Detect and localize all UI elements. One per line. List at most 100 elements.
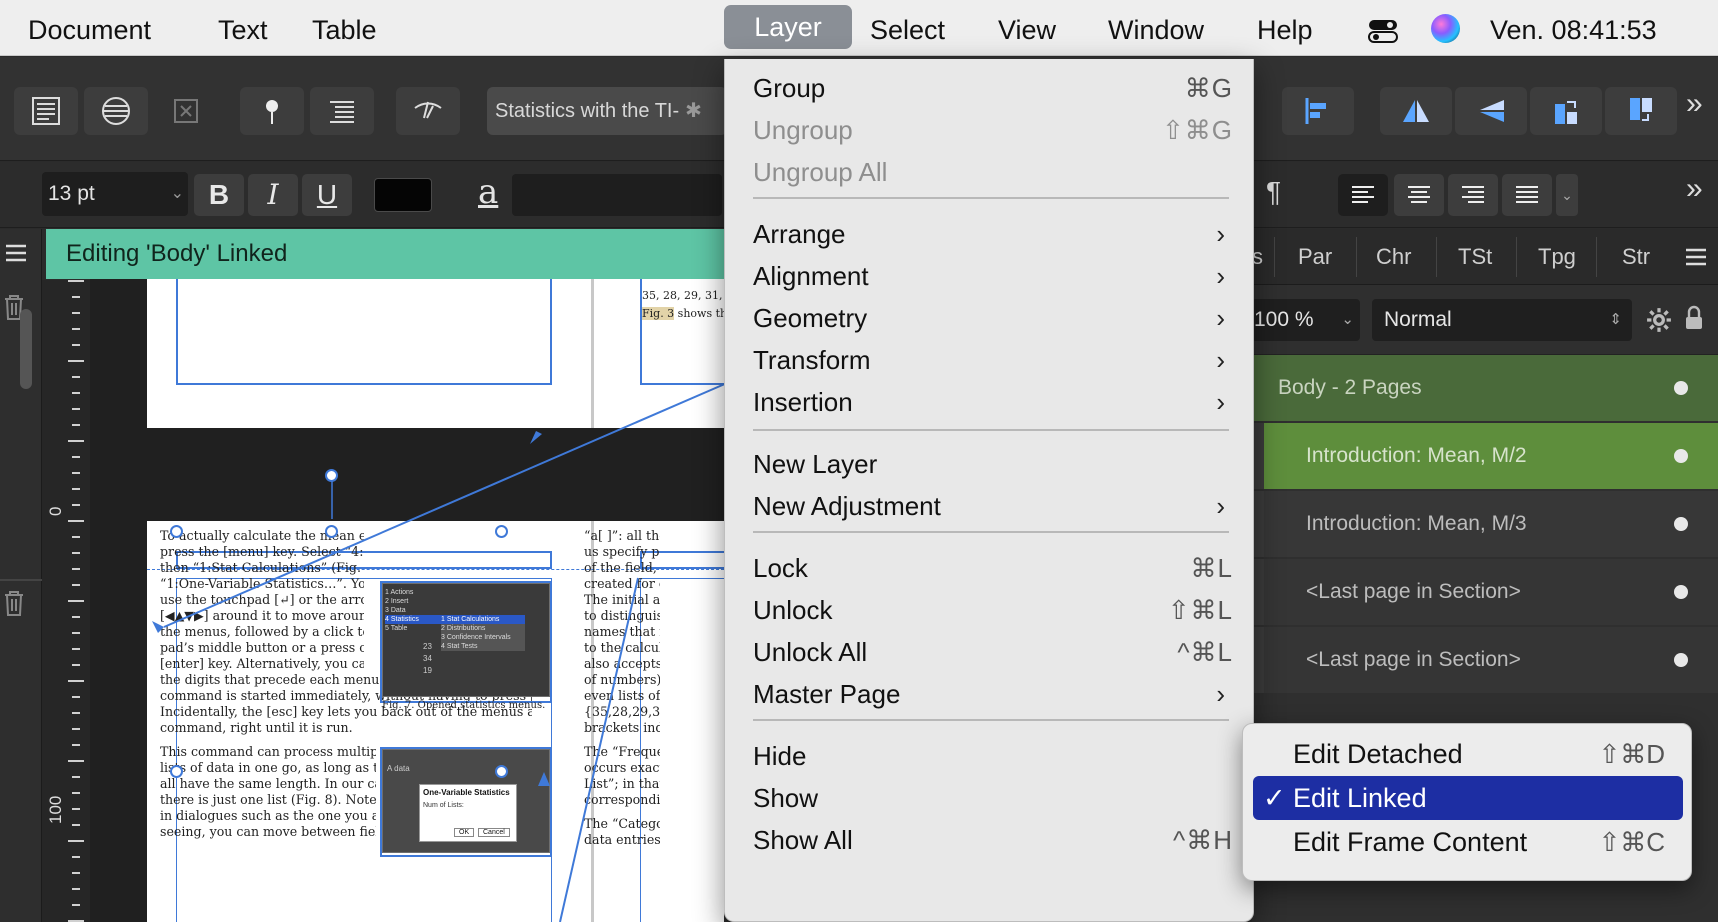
gear-icon[interactable]	[1646, 307, 1672, 333]
blend-mode-select[interactable]: Normal ⇕	[1372, 299, 1632, 341]
menu-item-alignment[interactable]: Alignment ›	[753, 255, 1233, 297]
menu-item-unlock[interactable]: Unlock ⇧⌘L	[753, 589, 1233, 631]
visibility-dot-icon[interactable]	[1674, 449, 1688, 463]
preflight-button[interactable]	[396, 87, 460, 135]
siri-icon[interactable]	[1431, 14, 1460, 43]
master-row-last-page-2[interactable]: <Last page in Section>	[1252, 627, 1718, 693]
menu-item-transform[interactable]: Transform ›	[753, 339, 1233, 381]
menu-item-edit-detached[interactable]: Edit Detached ⇧⌘D	[1253, 732, 1683, 776]
style-field[interactable]	[512, 174, 722, 216]
menu-item-ungroup[interactable]: Ungroup ⇧⌘G	[753, 109, 1233, 151]
left-rail-scrollbar[interactable]	[20, 309, 32, 389]
menu-item-new-layer[interactable]: New Layer	[753, 443, 1233, 485]
rotate-left-button[interactable]	[1530, 87, 1602, 135]
alignment-dropdown-icon[interactable]: ⌄	[1556, 174, 1578, 216]
menu-table[interactable]: Table	[298, 8, 391, 52]
menu-select[interactable]: Select	[856, 8, 959, 52]
ruler-tick	[72, 296, 80, 298]
rotate-right-button[interactable]	[1605, 87, 1677, 135]
align-text-right-button[interactable]	[1448, 174, 1498, 216]
master-row-intro-m2[interactable]: Introduction: Mean, M/2	[1252, 423, 1718, 489]
resize-handle-tr[interactable]	[495, 525, 508, 538]
menu-layer[interactable]: Layer	[724, 5, 852, 49]
lock-icon[interactable]	[1684, 305, 1704, 331]
visibility-dot-icon[interactable]	[1674, 381, 1688, 395]
menu-item-master-page[interactable]: Master Page ›	[753, 673, 1233, 715]
resize-handle-mr[interactable]	[495, 765, 508, 778]
text-color-swatch[interactable]	[374, 178, 432, 212]
align-left-button[interactable]	[1282, 87, 1354, 135]
hamburger-menu-icon[interactable]	[4, 241, 28, 265]
justify-text-button[interactable]	[1502, 174, 1552, 216]
menu-item-show[interactable]: Show	[753, 777, 1233, 819]
menu-item-group[interactable]: Group ⌘G	[753, 67, 1233, 109]
rotate-right-icon	[1630, 98, 1652, 121]
menu-item-ungroup-all[interactable]: Ungroup All	[753, 151, 1233, 193]
flip-horizontal-button[interactable]	[1380, 87, 1452, 135]
vertical-ruler[interactable]: 0 100	[42, 280, 90, 922]
menu-help[interactable]: Help	[1243, 8, 1327, 52]
menu-item-label: Ungroup	[753, 115, 853, 145]
menu-item-hide[interactable]: Hide	[753, 735, 1233, 777]
control-center-icon[interactable]	[1368, 19, 1398, 43]
menu-item-edit-frame-content[interactable]: Edit Frame Content ⇧⌘C	[1253, 820, 1683, 864]
text-frame-tool-button[interactable]	[14, 87, 78, 135]
resize-handle-tc[interactable]	[325, 525, 338, 538]
menu-item-insertion[interactable]: Insertion ›	[753, 381, 1233, 423]
master-row-label: <Last page in Section>	[1306, 580, 1521, 603]
menu-item-geometry[interactable]: Geometry ›	[753, 297, 1233, 339]
visibility-dot-icon[interactable]	[1674, 585, 1688, 599]
font-size-field[interactable]: 13 pt ⌄	[42, 172, 188, 216]
editing-banner: Editing 'Body' Linked	[46, 229, 724, 279]
italic-button[interactable]: I	[248, 174, 298, 216]
menu-item-unlock-all[interactable]: Unlock All ^⌘L	[753, 631, 1233, 673]
menu-item-edit-linked[interactable]: ✓ Edit Linked	[1253, 776, 1683, 820]
menu-item-show-all[interactable]: Show All ^⌘H	[753, 819, 1233, 861]
resize-handle-tl[interactable]	[170, 525, 183, 538]
pin-icon	[266, 100, 278, 124]
master-row-body[interactable]: Body - 2 Pages	[1252, 355, 1718, 421]
menu-document[interactable]: Document	[14, 8, 165, 52]
visibility-dot-icon[interactable]	[1674, 517, 1688, 531]
menu-text[interactable]: Text	[204, 8, 282, 52]
ruler-label-0: 0	[46, 506, 65, 516]
tab-stroke[interactable]: Str	[1622, 229, 1650, 285]
rotation-handle[interactable]	[325, 469, 338, 482]
resize-handle-ml[interactable]	[170, 765, 183, 778]
checkmark-icon: ✓	[1263, 783, 1286, 813]
tab-paragraph[interactable]: Par	[1298, 229, 1332, 285]
toolbar-overflow-icon[interactable]: »	[1686, 87, 1703, 121]
trash-icon[interactable]	[2, 589, 26, 617]
document-canvas[interactable]: 35, 28, 29, 31, 36 Fig. 3 shows the To a…	[90, 229, 724, 922]
align-text-left-button[interactable]	[1338, 174, 1388, 216]
tab-typography[interactable]: Tpg	[1538, 229, 1576, 285]
master-row-label: <Last page in Section>	[1306, 648, 1521, 671]
flip-vertical-button[interactable]	[1455, 87, 1527, 135]
menu-item-arrange[interactable]: Arrange ›	[753, 213, 1233, 255]
menu-item-new-adjustment[interactable]: New Adjustment ›	[753, 485, 1233, 527]
character-style-icon[interactable]: a	[478, 172, 498, 212]
ruler-tick	[72, 584, 80, 586]
tab-text-styles[interactable]: TSt	[1458, 229, 1492, 285]
picture-frame-button[interactable]	[154, 87, 218, 135]
wrap-tool-button[interactable]	[84, 87, 148, 135]
menu-item-lock[interactable]: Lock ⌘L	[753, 547, 1233, 589]
visibility-dot-icon[interactable]	[1674, 653, 1688, 667]
text-flow-button[interactable]	[310, 87, 374, 135]
panel-menu-icon[interactable]	[1684, 245, 1708, 269]
underline-button[interactable]: U	[302, 174, 352, 216]
menu-view[interactable]: View	[984, 8, 1070, 52]
document-tab[interactable]: Statistics with the TI- ✱	[487, 87, 727, 135]
preflight-icon	[414, 101, 442, 119]
tab-character[interactable]: Chr	[1376, 229, 1411, 285]
master-row-last-page-1[interactable]: <Last page in Section>	[1252, 559, 1718, 625]
master-row-intro-m3[interactable]: Introduction: Mean, M/3	[1252, 491, 1718, 557]
opacity-field[interactable]: 100 % ⌄	[1252, 299, 1360, 341]
align-text-center-button[interactable]	[1394, 174, 1444, 216]
bold-button[interactable]: B	[194, 174, 244, 216]
format-overflow-icon[interactable]: »	[1686, 172, 1703, 206]
menu-clock[interactable]: Ven. 08:41:53	[1490, 8, 1657, 52]
pin-button[interactable]	[240, 87, 304, 135]
menu-window[interactable]: Window	[1094, 8, 1218, 52]
pilcrow-icon[interactable]: ¶	[1266, 176, 1281, 208]
